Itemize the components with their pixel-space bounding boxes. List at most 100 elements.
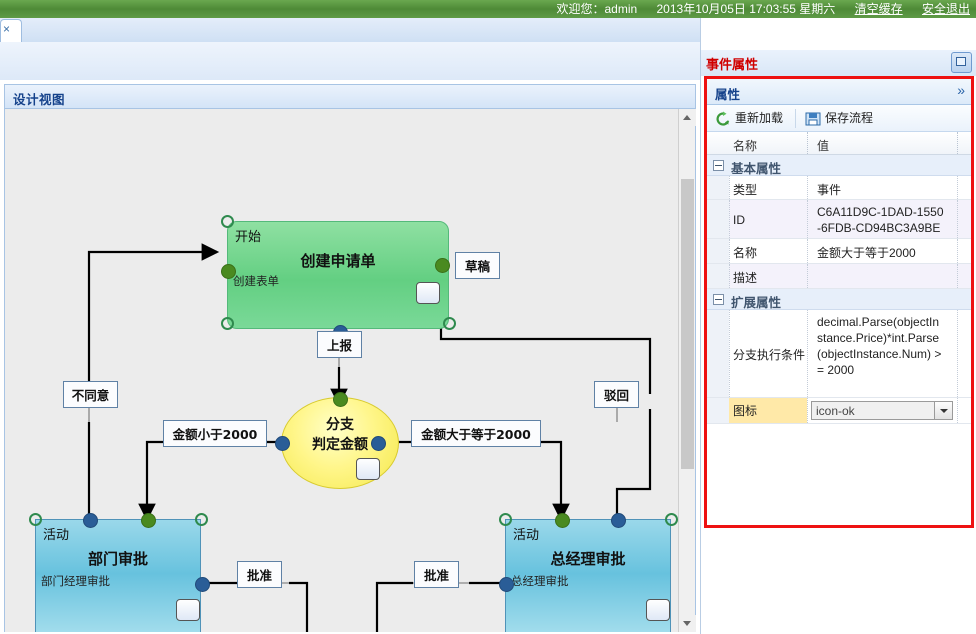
node-start-port-out[interactable] [435,258,450,273]
edge-label-disagree1[interactable]: 不同意 [63,381,118,408]
group-header-extended-label: 扩展属性 [731,296,782,310]
grid-row-name-value: 金额大于等于2000 [817,246,916,260]
node-activity-gm-port-in[interactable] [555,513,570,528]
design-view-header: 设计视图 [5,85,695,109]
node-start-handle-tl[interactable] [221,215,234,228]
node-start-handle-bl[interactable] [221,317,234,330]
node-decision-port-right[interactable] [371,436,386,451]
save-icon [805,111,821,127]
grid-row-desc-label: 描述 [733,271,758,285]
close-icon[interactable]: × [3,23,10,35]
chevron-right-icon[interactable]: » [957,82,965,98]
welcome-text: 欢迎您：admin [556,2,638,16]
edge-label-approve1[interactable]: 批准 [237,561,282,588]
icon-select-value: icon-ok [816,404,855,418]
event-properties-title: 事件属性 [706,57,759,72]
node-start-mini-button[interactable] [416,282,440,304]
refresh-icon [715,111,731,127]
grid-row-type-value: 事件 [817,183,842,197]
node-decision-port-left[interactable] [275,436,290,451]
node-decision-kind: 分支 [326,417,354,433]
edge-label-approve2[interactable]: 批准 [414,561,459,588]
properties-toolbar: 重新加载 保存流程 [707,105,971,132]
edge-label-draft[interactable]: 草稿 [455,252,500,279]
edge-label-submit[interactable]: 上报 [317,331,362,358]
chevron-down-icon[interactable] [934,402,952,419]
node-activity-dept[interactable]: 活动 部门审批 部门经理审批 [35,519,201,632]
grid-row-id[interactable]: ID C6A11D9C-1DAD-1550-6FDB-CD94BC3A9BED [707,200,971,251]
properties-title: 属性 [715,88,741,102]
node-activity-dept-sub: 部门经理审批 [41,574,110,588]
node-activity-dept-kind: 活动 [43,528,70,543]
grid-row-icon-label: 图标 [729,398,807,423]
grid-row-name[interactable]: 名称 金额大于等于2000 [707,239,971,264]
node-activity-gm-handle-tr[interactable] [665,513,678,526]
node-activity-dept-port-right[interactable] [195,577,210,592]
save-process-button-label: 保存流程 [825,111,874,125]
node-start-sub: 创建表单 [233,274,279,288]
properties-highlight-box: 属性 » 重新加载 保存流程 名称 值 基本属性 类型 事件 ID C6A11D… [704,76,974,528]
page-title: 设计视图 [13,93,66,107]
node-activity-dept-mini-button[interactable] [176,599,200,621]
save-process-button[interactable]: 保存流程 [803,108,873,129]
group-header-basic-label: 基本属性 [731,162,782,176]
group-header-extended[interactable]: 扩展属性 [707,289,971,310]
node-start-port-in[interactable] [221,264,236,279]
scroll-up-icon[interactable] [679,109,696,126]
edge-label-ge2000[interactable]: 金额大于等于2000 [411,420,541,447]
node-activity-dept-handle-tl[interactable] [29,513,42,526]
collapse-toggle-icon-2[interactable] [713,294,724,305]
top-status-bar: 欢迎您：admin 2013年10月05日 17:03:55 星期六 清空缓存 … [0,0,976,18]
restore-window-icon[interactable] [951,52,972,73]
toolbar-area [0,42,700,80]
scrollbar-thumb[interactable] [681,179,694,469]
node-start-handle-br[interactable] [443,317,456,330]
reload-button-label: 重新加载 [735,111,784,125]
node-activity-dept-port-top-left[interactable] [83,513,98,528]
node-start-title: 创建申请单 [300,252,376,270]
node-decision-mini-button[interactable] [356,458,380,480]
icon-select[interactable]: icon-ok [811,401,953,420]
right-panel: 事件属性 属性 » 重新加载 保存流程 名称 值 基本属性 类型 事件 ID C… [700,18,976,634]
canvas-vertical-scrollbar[interactable] [678,109,696,632]
node-activity-gm-handle-tl[interactable] [499,513,512,526]
node-activity-gm-port-left[interactable] [499,577,514,592]
grid-row-condition-label: 分支执行条件 [733,348,806,362]
grid-col-value: 值 [817,139,830,153]
tab-close-button[interactable]: × [0,19,22,42]
node-activity-gm-kind: 活动 [513,528,540,543]
node-start[interactable]: 开始 创建申请单 创建表单 [227,221,449,329]
event-properties-caption: 事件属性 [701,50,976,76]
logout-link[interactable]: 安全退出 [922,0,970,18]
grid-row-icon[interactable]: 图标 icon-ok [707,398,971,424]
edge-label-reject[interactable]: 驳回 [594,381,639,408]
grid-col-name: 名称 [733,139,758,153]
grid-row-desc[interactable]: 描述 [707,264,971,289]
grid-row-id-label: ID [733,213,745,227]
collapse-toggle-icon[interactable] [713,160,724,171]
diagram-canvas[interactable]: 开始 创建申请单 创建表单 分支 判定金额 活动 部门审批 部门经理审批 活动 … [5,109,679,632]
node-decision-port-in[interactable] [333,392,348,407]
grid-row-type[interactable]: 类型 事件 [707,176,971,200]
grid-row-condition[interactable]: 分支执行条件 decimal.Parse(objectInstance.Pric… [707,310,971,398]
properties-grid: 名称 值 基本属性 类型 事件 ID C6A11D9C-1DAD-1550-6F… [707,132,971,525]
node-activity-gm-port-top-right[interactable] [611,513,626,528]
node-activity-gm-title: 总经理审批 [550,550,626,568]
node-activity-dept-handle-tr[interactable] [195,513,208,526]
node-activity-dept-port-in[interactable] [141,513,156,528]
toolbar-separator [795,109,796,128]
group-header-basic[interactable]: 基本属性 [707,155,971,176]
scroll-down-icon[interactable] [679,615,696,632]
node-activity-gm-mini-button[interactable] [646,599,670,621]
properties-header: 属性 » [707,79,971,105]
grid-row-name-label: 名称 [733,246,758,260]
reload-button[interactable]: 重新加载 [713,108,783,129]
node-activity-gm-sub: 总经理审批 [511,574,569,588]
grid-header-row: 名称 值 [707,132,971,155]
grid-row-condition-value: decimal.Parse(objectInstance.Price)*int.… [817,315,942,377]
node-activity-gm[interactable]: 活动 总经理审批 总经理审批 [505,519,671,632]
node-activity-dept-title: 部门审批 [87,550,148,568]
edge-label-lt2000[interactable]: 金额小于2000 [163,420,267,447]
clear-cache-link[interactable]: 清空缓存 [855,0,903,18]
datetime-text: 2013年10月05日 17:03:55 星期六 [656,2,836,16]
